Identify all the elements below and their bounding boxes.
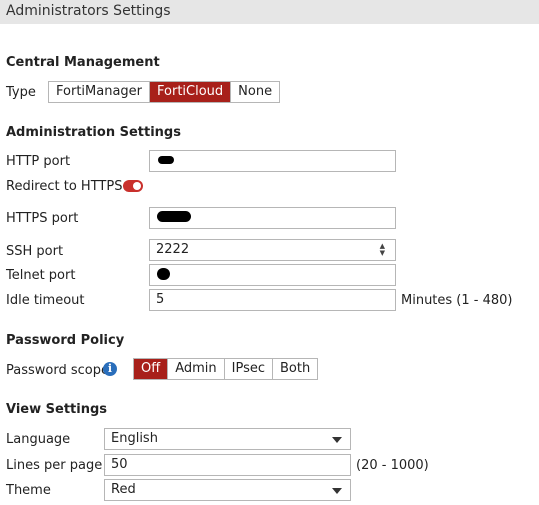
ssh-port-input[interactable]: 2222 ▲ ▼	[149, 239, 396, 261]
central-management-title: Central Management	[6, 55, 160, 70]
page-title: Administrators Settings	[6, 3, 171, 19]
redirect-https-label: Redirect to HTTPS	[6, 179, 123, 194]
info-icon[interactable]: i	[103, 362, 117, 376]
ssh-port-value: 2222	[156, 242, 190, 257]
redacted-mark	[157, 211, 191, 222]
view-settings-title: View Settings	[6, 402, 108, 417]
lines-per-page-label: Lines per page	[6, 458, 103, 473]
language-select[interactable]: English	[104, 428, 351, 450]
number-spinner-icon[interactable]: ▲ ▼	[380, 243, 385, 257]
option-both[interactable]: Both	[273, 359, 318, 379]
toggle-knob	[133, 182, 141, 190]
language-label: Language	[6, 432, 71, 447]
type-label: Type	[6, 85, 36, 100]
redacted-mark	[157, 268, 170, 280]
option-fortimanager[interactable]: FortiManager	[49, 82, 151, 102]
lines-per-page-input[interactable]: 50	[104, 454, 351, 476]
option-admin[interactable]: Admin	[168, 359, 225, 379]
redacted-mark	[158, 156, 174, 164]
http-port-label: HTTP port	[6, 154, 71, 169]
redirect-https-toggle[interactable]	[123, 180, 143, 192]
telnet-port-input[interactable]	[149, 264, 396, 286]
idle-timeout-hint: Minutes (1 - 480)	[401, 293, 513, 308]
telnet-port-label: Telnet port	[6, 268, 76, 283]
chevron-down-icon	[332, 488, 342, 494]
theme-label: Theme	[6, 483, 51, 498]
idle-timeout-input[interactable]: 5	[149, 289, 396, 311]
central-management-type-selector: FortiManager FortiCloud None	[48, 81, 281, 103]
https-port-label: HTTPS port	[6, 211, 79, 226]
lines-per-page-hint: (20 - 1000)	[356, 458, 429, 473]
password-scope-selector: Off Admin IPsec Both	[133, 358, 319, 380]
password-scope-label: Password scope	[6, 363, 109, 378]
ssh-port-label: SSH port	[6, 244, 64, 259]
theme-select[interactable]: Red	[104, 479, 351, 501]
option-none[interactable]: None	[231, 82, 280, 102]
chevron-down-icon	[332, 437, 342, 443]
theme-value: Red	[111, 482, 136, 497]
language-value: English	[111, 431, 158, 446]
http-port-input[interactable]	[149, 150, 396, 172]
option-off[interactable]: Off	[134, 359, 169, 379]
option-ipsec[interactable]: IPsec	[224, 359, 274, 379]
password-policy-title: Password Policy	[6, 333, 125, 348]
option-forticloud[interactable]: FortiCloud	[150, 82, 232, 102]
idle-timeout-label: Idle timeout	[6, 293, 85, 308]
administration-settings-title: Administration Settings	[6, 125, 181, 140]
